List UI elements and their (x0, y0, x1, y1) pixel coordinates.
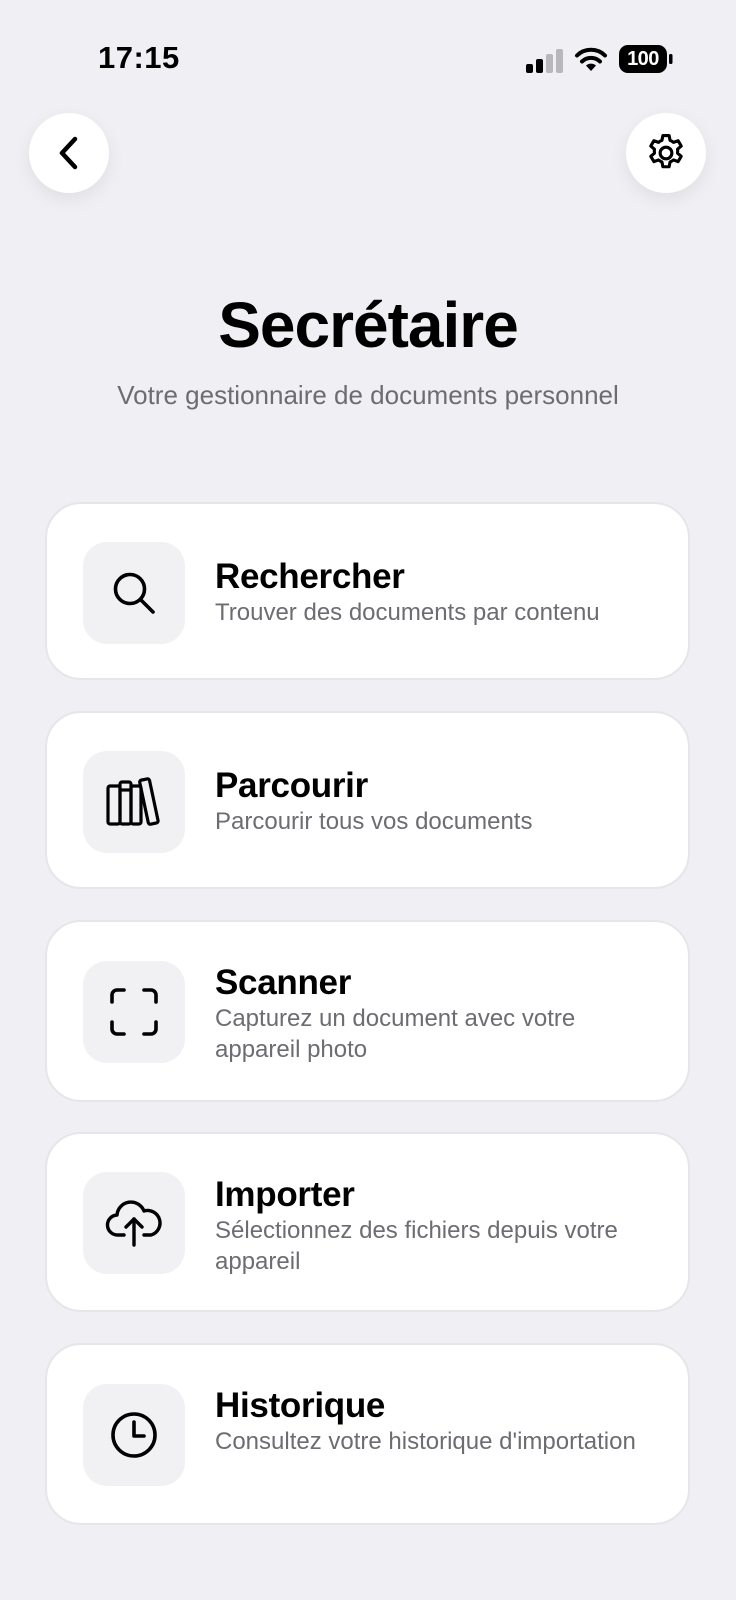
card-title: Historique (215, 1386, 386, 1425)
card-description: Parcourir tous vos documents (215, 808, 533, 835)
browse-card-text: Parcourir Parcourir tous vos documents (215, 766, 658, 837)
history-card-text: Historique Consultez votre historique d'… (215, 1386, 658, 1457)
gear-icon (649, 134, 683, 169)
page-subtitle: Votre gestionnaire de documents personne… (117, 380, 619, 410)
search-icon (113, 572, 155, 614)
cloud-upload-icon (105, 1200, 162, 1247)
card-title: Importer (215, 1175, 355, 1214)
status-time: 17:15 (98, 40, 180, 75)
search-icon-tile (83, 542, 185, 644)
clock-icon-tile (83, 1384, 185, 1486)
battery-level: 100 (627, 48, 659, 70)
signal-icon (526, 49, 563, 73)
books-icon-tile (83, 751, 185, 853)
card-description: Sélectionnez des fichiers depuis votre a… (215, 1217, 618, 1275)
search-card[interactable]: Rechercher Trouver des documents par con… (45, 502, 690, 680)
browse-card[interactable]: Parcourir Parcourir tous vos documents (45, 711, 690, 889)
chevron-left-icon (59, 136, 78, 170)
card-title: Rechercher (215, 557, 405, 596)
import-card[interactable]: Importer Sélectionnez des fichiers depui… (45, 1132, 690, 1312)
search-card-text: Rechercher Trouver des documents par con… (215, 557, 658, 628)
clock-icon (111, 1412, 157, 1458)
card-description: Trouver des documents par contenu (215, 599, 600, 626)
scan-card-text: Scanner Capturez un document avec votre … (215, 963, 658, 1065)
page-title: Secrétaire (218, 289, 519, 361)
scan-card[interactable]: Scanner Capturez un document avec votre … (45, 920, 690, 1102)
cloud-upload-icon-tile (83, 1172, 185, 1274)
card-title: Scanner (215, 963, 352, 1002)
battery-icon: 100 (619, 45, 673, 73)
status-bar: 17:15 100 (0, 0, 736, 110)
card-description: Capturez un document avec votre appareil… (215, 1005, 576, 1063)
back-button[interactable] (29, 113, 109, 193)
wifi-icon (575, 47, 607, 71)
settings-button[interactable] (626, 113, 706, 193)
import-card-text: Importer Sélectionnez des fichiers depui… (215, 1175, 658, 1277)
scan-icon (110, 988, 158, 1036)
books-icon (106, 777, 160, 826)
scan-icon-tile (83, 961, 185, 1063)
card-title: Parcourir (215, 766, 368, 805)
history-card[interactable]: Historique Consultez votre historique d'… (45, 1343, 690, 1525)
card-description: Consultez votre historique d'importation (215, 1428, 636, 1455)
